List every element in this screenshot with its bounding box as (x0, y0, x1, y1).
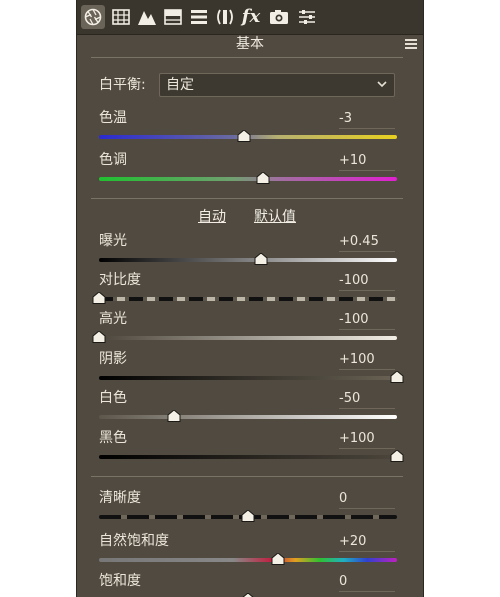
divider (91, 198, 403, 199)
white-balance-value: 自定 (166, 77, 194, 93)
vibrance-slider-track[interactable] (99, 558, 397, 562)
whites-slider-track[interactable] (99, 415, 397, 419)
vibrance-slider-thumb[interactable] (271, 553, 285, 565)
temperature-value-input[interactable]: -3 (339, 110, 395, 129)
tint-slider-thumb[interactable] (256, 172, 270, 184)
mountains-icon[interactable] (135, 5, 159, 29)
lens-icon[interactable] (213, 5, 237, 29)
tint-value-input[interactable]: +10 (339, 152, 395, 171)
chevron-down-icon (377, 81, 387, 88)
saturation-label: 饱和度 (99, 573, 141, 589)
divider (91, 476, 403, 477)
highlights-value-input[interactable]: -100 (339, 311, 395, 330)
split-panel-icon[interactable] (161, 5, 185, 29)
shadows-slider-thumb[interactable] (390, 371, 404, 383)
vibrance-label: 自然饱和度 (99, 533, 169, 549)
clarity-value-input[interactable]: 0 (339, 490, 395, 509)
white-balance-label: 白平衡: (99, 77, 146, 93)
hsl-bars-icon[interactable] (187, 5, 211, 29)
exposure-slider-track[interactable] (99, 258, 397, 262)
contrast-value-input[interactable]: -100 (339, 272, 395, 291)
highlights-slider-thumb[interactable] (92, 331, 106, 343)
contrast-slider-thumb[interactable] (92, 292, 106, 304)
contrast-label: 对比度 (99, 272, 141, 288)
blacks-label: 黑色 (99, 430, 127, 446)
panel-toolbar: fx (77, 0, 423, 35)
shadows-label: 阴影 (99, 351, 127, 367)
whites-label: 白色 (99, 390, 127, 406)
fx-icon[interactable]: fx (239, 5, 263, 29)
camera-icon[interactable] (267, 5, 291, 29)
panel-title: 基本 (236, 36, 264, 52)
exposure-label: 曝光 (99, 233, 127, 249)
highlights-label: 高光 (99, 311, 127, 327)
contrast-slider-track[interactable] (99, 297, 397, 301)
highlights-slider-track[interactable] (99, 336, 397, 340)
clarity-label: 清晰度 (99, 490, 141, 506)
blacks-value-input[interactable]: +100 (339, 430, 395, 449)
divider (91, 57, 403, 58)
temperature-label: 色温 (99, 110, 127, 126)
clarity-slider-thumb[interactable] (241, 510, 255, 522)
blacks-slider-track[interactable] (99, 455, 397, 459)
shadows-slider-track[interactable] (99, 376, 397, 380)
basic-panel: fx 基本 白平衡: 自定 自动 默认值 色温 -3 色调 +10 曝光 +0.45 对比度… (76, 0, 424, 597)
grid-icon[interactable] (109, 5, 133, 29)
tint-label: 色调 (99, 152, 127, 168)
white-balance-select[interactable]: 自定 (159, 73, 395, 97)
aperture-icon[interactable] (81, 5, 105, 29)
blacks-slider-thumb[interactable] (390, 450, 404, 462)
default-button[interactable]: 默认值 (254, 208, 296, 226)
saturation-value-input[interactable]: 0 (339, 573, 395, 592)
shadows-value-input[interactable]: +100 (339, 351, 395, 370)
saturation-slider-thumb[interactable] (241, 593, 255, 597)
tint-slider-track[interactable] (99, 177, 397, 181)
exposure-slider-thumb[interactable] (254, 253, 268, 265)
presets-sliders-icon[interactable] (295, 5, 319, 29)
whites-slider-thumb[interactable] (167, 410, 181, 422)
auto-button[interactable]: 自动 (198, 208, 226, 226)
exposure-value-input[interactable]: +0.45 (339, 233, 395, 252)
panel-menu-icon[interactable] (405, 39, 417, 49)
whites-value-input[interactable]: -50 (339, 390, 395, 409)
temperature-slider-thumb[interactable] (237, 130, 251, 142)
vibrance-value-input[interactable]: +20 (339, 533, 395, 552)
